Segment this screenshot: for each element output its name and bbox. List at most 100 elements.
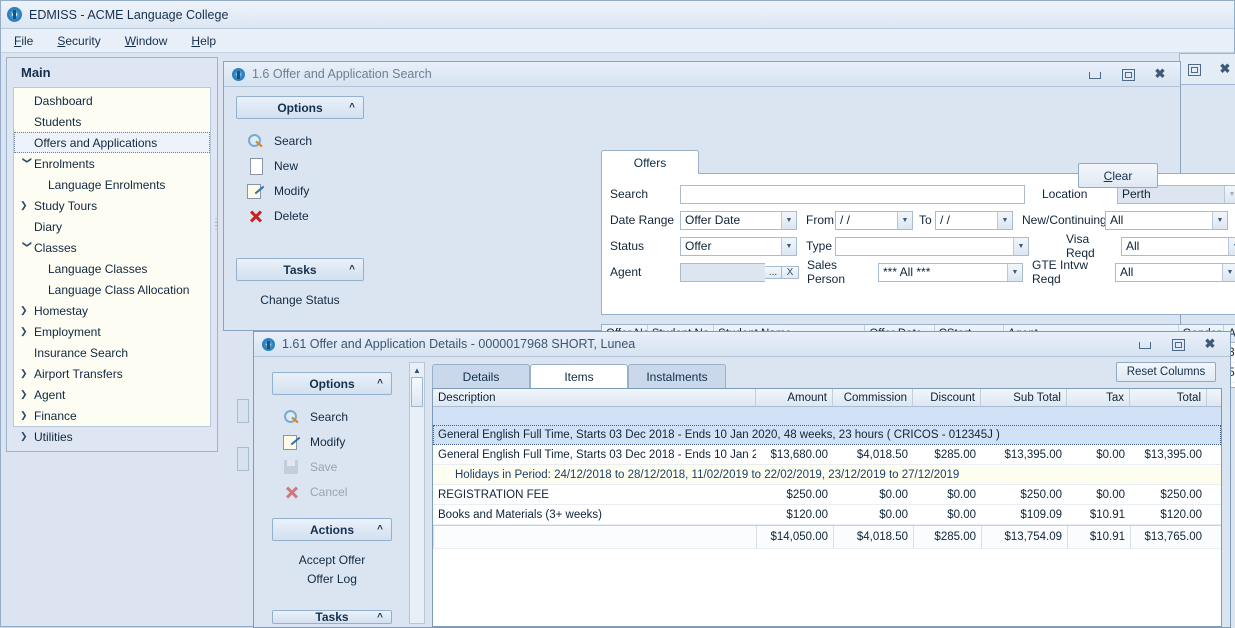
sidebar-item-insurance-search[interactable]: Insurance Search <box>14 342 210 363</box>
details-third-panel-header[interactable]: Tasks ^ <box>272 610 392 624</box>
options-list[interactable]: SearchNewModify Delete <box>236 119 364 228</box>
status-select[interactable]: Offer ▼ <box>680 237 797 256</box>
group-header-row[interactable]: General English Full Time, Starts 03 Dec… <box>433 425 1221 445</box>
chevron-right-icon[interactable]: ❯ <box>20 368 34 379</box>
items-column-sub-total[interactable]: Sub Total <box>981 389 1067 406</box>
sidebar-item-airport-transfers[interactable]: ❯Airport Transfers <box>14 363 210 384</box>
task-change-status[interactable]: Change Status <box>236 281 364 307</box>
chevron-right-icon[interactable]: ❯ <box>20 431 34 442</box>
collapsed-panel-stubs[interactable] <box>237 399 249 529</box>
chevron-down-icon[interactable]: ❯ <box>22 241 33 255</box>
sidebar-item-offers-and-applications[interactable]: Offers and Applications <box>14 132 210 153</box>
reset-columns-button[interactable]: Reset Columns <box>1116 362 1216 382</box>
scroll-up-icon[interactable]: ▲ <box>410 363 424 377</box>
sales-person-select[interactable]: *** All *** ▼ <box>878 263 1023 282</box>
agent-browse-button[interactable]: ... <box>765 266 782 279</box>
menu-item-window[interactable]: Window <box>122 32 171 50</box>
action-offer-log[interactable]: Offer Log <box>272 567 392 586</box>
clear-button[interactable]: Clear <box>1078 163 1158 188</box>
type-select[interactable]: ▼ <box>835 237 1029 256</box>
details-panel-scrollbar[interactable]: ▲ <box>409 362 425 624</box>
chevron-right-icon[interactable]: ❯ <box>20 200 34 211</box>
close-icon[interactable]: ✖ <box>1152 68 1168 80</box>
sidebar-item-utilities[interactable]: ❯Utilities <box>14 426 210 447</box>
stub-2[interactable] <box>237 447 249 471</box>
option-search[interactable]: Search <box>282 404 392 429</box>
option-label: Delete <box>274 209 309 223</box>
chevron-right-icon[interactable]: ❯ <box>20 305 34 316</box>
gte-intvw-select[interactable]: All ▼ <box>1115 263 1235 282</box>
menu-item-help[interactable]: Help <box>188 32 219 50</box>
minimize-icon[interactable] <box>1086 68 1102 80</box>
options-panel-header[interactable]: Options ^ <box>236 96 364 119</box>
details-options-list[interactable]: SearchModifySaveCancel <box>272 395 392 504</box>
option-modify[interactable]: Modify <box>282 429 392 454</box>
items-column-total[interactable]: Total <box>1130 389 1207 406</box>
table-row[interactable]: General English Full Time, Starts 03 Dec… <box>433 445 1221 465</box>
minimize-icon[interactable] <box>1136 338 1152 350</box>
details-options-panel-header[interactable]: Options ^ <box>272 372 392 395</box>
holidays-row[interactable]: Holidays in Period: 24/12/2018 to 28/12/… <box>433 465 1221 485</box>
restore-icon[interactable] <box>1169 338 1185 350</box>
close-icon[interactable]: ✖ <box>1202 338 1218 350</box>
from-date-input[interactable]: / / ▼ <box>835 211 913 230</box>
sidebar-tree[interactable]: DashboardStudentsOffers and Applications… <box>13 87 211 427</box>
date-range-select[interactable]: Offer Date ▼ <box>680 211 797 230</box>
menu-item-security[interactable]: Security <box>54 32 103 50</box>
sidebar-item-study-tours[interactable]: ❯Study Tours <box>14 195 210 216</box>
close-icon[interactable]: ✖ <box>1217 63 1233 75</box>
to-date-input[interactable]: / / ▼ <box>935 211 1013 230</box>
table-row[interactable]: Books and Materials (3+ weeks)$120.00$0.… <box>433 505 1221 525</box>
sidebar-item-dashboard[interactable]: Dashboard <box>14 90 210 111</box>
search-tabstrip[interactable]: Offers <box>601 150 699 174</box>
option-modify[interactable]: Modify <box>246 178 364 203</box>
stub-1[interactable] <box>237 399 249 423</box>
tasks-panel-header[interactable]: Tasks ^ <box>236 258 364 281</box>
items-column-tax[interactable]: Tax <box>1067 389 1130 406</box>
sidebar-item-language-class-allocation[interactable]: Language Class Allocation <box>14 279 210 300</box>
tab-items[interactable]: Items <box>530 364 628 388</box>
option-new[interactable]: New <box>246 153 364 178</box>
items-column-discount[interactable]: Discount <box>913 389 981 406</box>
chevron-right-icon[interactable]: ❯ <box>20 389 34 400</box>
restore-icon[interactable] <box>1119 68 1135 80</box>
details-actions-panel-header[interactable]: Actions ^ <box>272 518 392 541</box>
sidebar-item-diary[interactable]: Diary <box>14 216 210 237</box>
sidebar-item-language-enrolments[interactable]: Language Enrolments <box>14 174 210 195</box>
tab-details[interactable]: Details <box>432 364 530 388</box>
sidebar-item-enrolments[interactable]: ❯Enrolments <box>14 153 210 174</box>
sidebar-item-language-classes[interactable]: Language Classes <box>14 258 210 279</box>
sidebar-item-students[interactable]: Students <box>14 111 210 132</box>
restore-icon[interactable] <box>1185 63 1201 75</box>
agent-input[interactable] <box>680 263 765 282</box>
sidebar-item-finance[interactable]: ❯Finance <box>14 405 210 426</box>
new-continuing-select[interactable]: All ▼ <box>1105 211 1228 230</box>
menu-item-file[interactable]: File <box>11 32 36 50</box>
splitter-handle[interactable]: ⋮⋮ <box>211 221 217 229</box>
items-table[interactable]: DescriptionAmountCommissionDiscountSub T… <box>432 388 1222 627</box>
option-search[interactable]: Search <box>246 128 364 153</box>
visa-reqd-select[interactable]: All ▼ <box>1121 237 1235 256</box>
items-header-row[interactable]: DescriptionAmountCommissionDiscountSub T… <box>433 389 1221 407</box>
sidebar-item-classes[interactable]: ❯Classes <box>14 237 210 258</box>
scrollbar-thumb[interactable] <box>411 377 423 407</box>
items-column-commission[interactable]: Commission <box>833 389 913 406</box>
sidebar-item-homestay[interactable]: ❯Homestay <box>14 300 210 321</box>
table-row[interactable]: REGISTRATION FEE$250.00$0.00$0.00$250.00… <box>433 485 1221 505</box>
sidebar-item-employment[interactable]: ❯Employment <box>14 321 210 342</box>
option-delete[interactable]: Delete <box>246 203 364 228</box>
details-tabstrip[interactable]: DetailsItemsInstalments <box>432 364 726 388</box>
items-column-description[interactable]: Description <box>433 389 756 406</box>
cell-total: $120.00 <box>1130 505 1207 524</box>
action-accept-offer[interactable]: Accept Offer <box>272 541 392 567</box>
tab-instalments[interactable]: Instalments <box>628 364 726 388</box>
chevron-right-icon[interactable]: ❯ <box>20 410 34 421</box>
agent-clear-button[interactable]: X <box>782 266 799 279</box>
tab-offers[interactable]: Offers <box>601 150 699 174</box>
chevron-down-icon[interactable]: ❯ <box>22 157 33 171</box>
sidebar-item-agent[interactable]: ❯Agent <box>14 384 210 405</box>
items-column-amount[interactable]: Amount <box>756 389 833 406</box>
items-body[interactable]: General English Full Time, Starts 03 Dec… <box>433 407 1221 549</box>
search-input[interactable] <box>680 185 1025 204</box>
chevron-right-icon[interactable]: ❯ <box>20 326 34 337</box>
